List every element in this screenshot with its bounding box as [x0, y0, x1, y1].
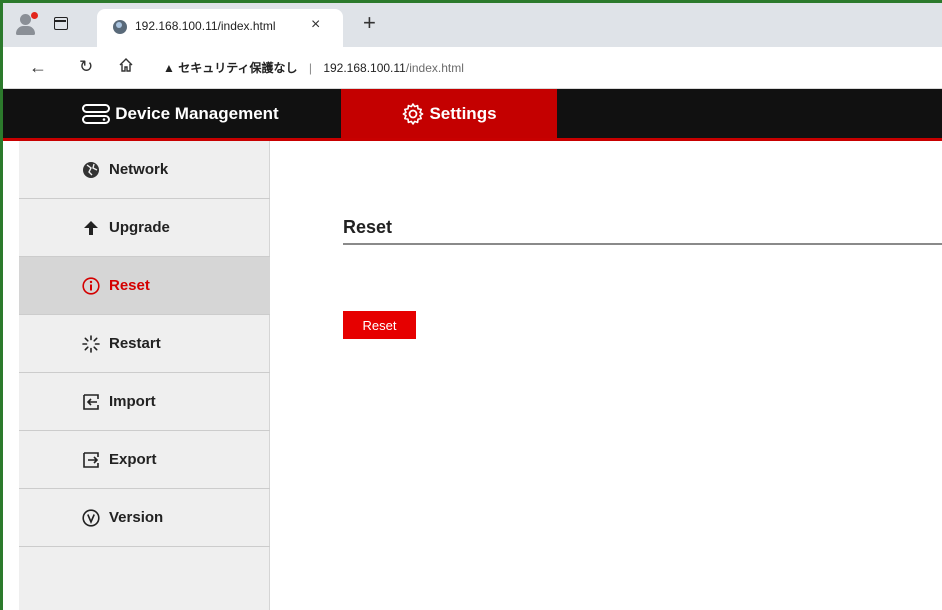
address-host: 192.168.100.11 — [323, 61, 406, 75]
globe-favicon-icon — [113, 20, 127, 34]
device-management-label: Device Management — [115, 103, 279, 123]
address-path: /index.html — [405, 61, 464, 75]
home-icon[interactable] — [118, 56, 134, 78]
sidebar-item-upgrade[interactable]: Upgrade — [19, 199, 270, 257]
sidebar-item-label: Import — [109, 393, 156, 410]
sidebar-item-import[interactable]: Import — [19, 373, 270, 431]
security-label: セキュリティ保護なし — [178, 61, 298, 75]
tab-strip: 192.168.100.11/index.html × + — [3, 3, 942, 47]
info-circle-icon — [81, 276, 101, 296]
tab-close-icon[interactable]: × — [311, 16, 320, 34]
address-bar[interactable]: ▲ セキュリティ保護なし | 192.168.100.11/index.html — [163, 55, 942, 81]
reset-button[interactable]: Reset — [343, 311, 416, 339]
import-icon — [81, 392, 101, 412]
sidebar-item-label: Upgrade — [109, 219, 170, 236]
arrow-up-icon — [81, 218, 101, 238]
page-title: Reset — [343, 217, 393, 237]
refresh-icon[interactable]: ↻ — [79, 56, 93, 78]
warning-triangle-icon: ▲ — [163, 61, 175, 75]
sidebar-item-label: Network — [109, 161, 169, 178]
export-icon — [81, 450, 101, 470]
sidebar-item-label: Restart — [109, 335, 161, 352]
tab-title: 192.168.100.11/index.html — [135, 19, 276, 33]
sidebar-item-label: Export — [109, 451, 157, 468]
sidebar: Network Upgrade Reset Restart Import Exp… — [19, 141, 270, 610]
version-icon — [81, 508, 101, 528]
profile-avatar-icon[interactable] — [13, 11, 39, 37]
browser-window: 192.168.100.11/index.html × + ← ↻ ▲ セキュリ… — [0, 0, 942, 610]
gear-icon — [403, 102, 424, 125]
back-arrow-icon[interactable]: ← — [29, 56, 47, 78]
sidebar-item-reset[interactable]: Reset — [19, 257, 270, 315]
tab-device-management[interactable]: Device Management — [19, 89, 341, 138]
title-divider — [343, 243, 942, 245]
sidebar-item-network[interactable]: Network — [19, 141, 270, 199]
sidebar-item-restart[interactable]: Restart — [19, 315, 270, 373]
tab-settings[interactable]: Settings — [341, 89, 557, 138]
address-separator: | — [308, 61, 312, 75]
sidebar-item-version[interactable]: Version — [19, 489, 270, 547]
tab-actions-icon[interactable] — [54, 17, 68, 30]
settings-label: Settings — [429, 103, 497, 123]
new-tab-button[interactable]: + — [363, 12, 376, 34]
sidebar-item-export[interactable]: Export — [19, 431, 270, 489]
server-icon — [82, 103, 111, 124]
browser-tab[interactable]: 192.168.100.11/index.html × — [97, 9, 343, 47]
sidebar-item-label: Reset — [109, 277, 150, 294]
globe-icon — [81, 160, 101, 180]
spinner-icon — [81, 334, 101, 354]
navigation-bar: ← ↻ ▲ セキュリティ保護なし | 192.168.100.11/index.… — [3, 47, 942, 89]
sidebar-item-label: Version — [109, 509, 164, 526]
app-header: Device Management Settings — [3, 89, 942, 141]
